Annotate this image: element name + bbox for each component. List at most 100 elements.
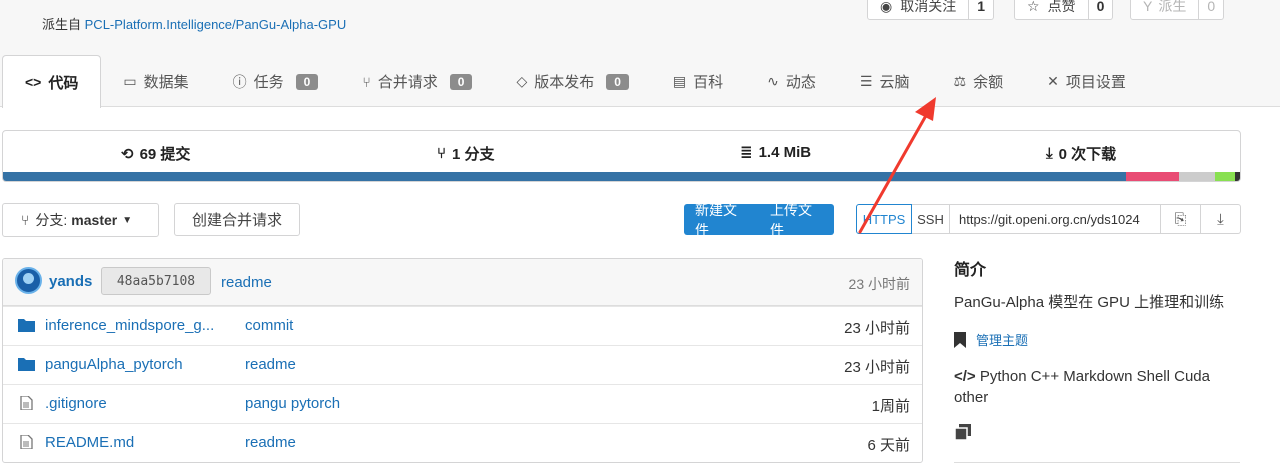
repo-languages: </> Python C++ Markdown Shell Cuda other [954,366,1239,408]
download-button[interactable]: ⤓ [1201,204,1241,234]
repo-tabs: <> 代码 ▭ 数据集 ⓘ 任务 0 ⑂ 合并请求 0 ◇ 版本发布 0 ▤ 百… [0,55,1148,108]
copy-icon[interactable] [954,424,971,443]
balance-icon: ⚖ [953,73,967,89]
fork-info: 派生自 PCL-Platform.Intelligence/PanGu-Alph… [42,14,346,33]
star-button[interactable]: ☆ 点赞 [1014,0,1089,20]
tab-settings[interactable]: ✕ 项目设置 [1025,55,1148,108]
tab-label: 项目设置 [1065,74,1126,91]
tab-label: 百科 [693,74,724,91]
clone-panel: HTTPS SSH https://git.openi.org.cn/yds10… [856,204,1241,234]
tab-issues[interactable]: ⓘ 任务 0 [211,55,341,108]
tab-label: 数据集 [143,74,189,91]
tab-label: 动态 [785,74,816,91]
tab-pull-requests[interactable]: ⑂ 合并请求 0 [340,55,494,108]
pulse-icon: ∿ [767,73,779,89]
watch-button[interactable]: ◉ 取消关注 [867,0,970,20]
release-count-badge: 0 [606,73,629,90]
topics: 管理主题 [954,330,1028,349]
size-stat: ≣ 1.4 MiB [740,143,812,162]
star-count[interactable]: 0 [1088,0,1114,20]
copy-url-button[interactable]: ⎘ [1161,204,1201,234]
issue-icon: ⓘ [232,73,247,90]
file-name[interactable]: README.md [45,434,134,451]
file-commit-message[interactable]: pangu pytorch [245,395,340,412]
commits-stat[interactable]: ⟲ 69 提交 [121,143,190,164]
eye-icon: ◉ [880,0,893,14]
tab-label: 余额 [973,74,1004,91]
downloads-stat: ⤓ 0 次下载 [1046,143,1116,164]
tab-code[interactable]: <> 代码 [2,55,102,108]
tools-icon: ✕ [1047,73,1059,89]
commit-message[interactable]: readme [221,274,272,291]
repo-size: 1.4 MiB [758,143,812,161]
pr-count-badge: 0 [449,73,473,90]
ssh-toggle[interactable]: SSH [912,204,950,234]
file-commit-message[interactable]: readme [245,434,296,451]
https-toggle[interactable]: HTTPS [856,204,912,234]
star-group: ☆ 点赞 0 [1014,0,1114,20]
watch-count[interactable]: 1 [969,0,995,20]
fork-count[interactable]: 0 [1199,0,1225,20]
bookmark-icon [954,331,966,348]
branches-count: 1 分支 [452,146,495,163]
file-name[interactable]: inference_mindspore_g... [45,317,214,334]
caret-down-icon: ▼ [122,214,133,226]
star-icon: ☆ [1027,0,1040,14]
tab-releases[interactable]: ◇ 版本发布 0 [494,55,650,108]
file-commit-message[interactable]: readme [245,356,296,373]
file-list: yands 48aa5b7108 readme 23 小时前 inference… [2,258,923,463]
download-icon: ⤓ [1046,145,1053,162]
tab-datasets[interactable]: ▭ 数据集 [101,55,210,108]
new-file-button[interactable]: 新建文件 [684,200,759,240]
watch-label: 取消关注 [900,0,957,14]
language-segment[interactable] [1235,172,1240,181]
tab-label: 代码 [48,74,79,92]
avatar[interactable] [15,267,42,294]
language-segment[interactable] [3,172,1127,181]
star-label: 点赞 [1047,0,1076,14]
file-commit-message[interactable]: commit [245,317,293,334]
tab-wiki[interactable]: ▤ 百科 [651,55,745,108]
fork-source-link[interactable]: PCL-Platform.Intelligence/PanGu-Alpha-GP… [85,17,347,32]
language-bar[interactable] [3,172,1240,181]
branch-selector[interactable]: ⑂ 分支: master ▼ [2,203,159,237]
manage-topics-link[interactable]: 管理主题 [976,330,1028,349]
language-segment[interactable] [1215,172,1236,181]
history-icon: ⟲ [121,145,134,163]
folder-icon [18,358,35,371]
file-name[interactable]: panguAlpha_pytorch [45,356,183,373]
tab-balance[interactable]: ⚖ 余额 [932,55,1026,108]
table-row: panguAlpha_pytorch readme 23 小时前 [3,345,922,384]
fork-icon: Y [1143,0,1153,14]
repo-description: PanGu-Alpha 模型在 GPU 上推理和训练 [954,294,1225,311]
fork-button[interactable]: Y 派生 [1130,0,1200,20]
tab-activity[interactable]: ∿ 动态 [745,55,838,108]
code-icon: </> [954,368,976,385]
tab-label: 云脑 [879,74,910,91]
language-segment[interactable] [1179,172,1216,181]
new-pull-request-button[interactable]: 创建合并请求 [174,203,300,236]
upload-file-button[interactable]: 上传文件 [759,200,834,240]
tag-icon: ◇ [516,73,528,89]
tab-cloudbrain[interactable]: ☰ 云脑 [838,55,932,108]
file-actions: 新建文件 上传文件 [684,202,834,238]
commit-sha[interactable]: 48aa5b7108 [101,267,211,295]
book-icon: ▤ [672,73,687,89]
about-title: 简介 [954,262,987,279]
download-icon: ⤓ [1217,210,1224,228]
file-name[interactable]: .gitignore [45,395,107,412]
latest-commit: yands 48aa5b7108 readme 23 小时前 [3,259,922,306]
branches-stat[interactable]: ⑂ 1 分支 [437,143,495,164]
branch-icon: ⑂ [21,212,30,228]
file-time: 23 小时前 [844,359,910,376]
file-time: 6 天前 [867,437,910,454]
folder-icon [18,319,35,332]
repo-stats: ⟲ 69 提交 ⑂ 1 分支 ≣ 1.4 MiB ⤓ 0 次下载 [2,130,1241,182]
commit-author[interactable]: yands [49,273,92,290]
branch-icon: ⑂ [437,145,447,162]
database-icon: ≣ [740,144,753,161]
language-segment[interactable] [1126,172,1180,181]
database-icon: ▭ [123,73,137,89]
server-icon: ☰ [859,73,873,89]
clone-url-input[interactable]: https://git.openi.org.cn/yds1024 [950,204,1161,234]
